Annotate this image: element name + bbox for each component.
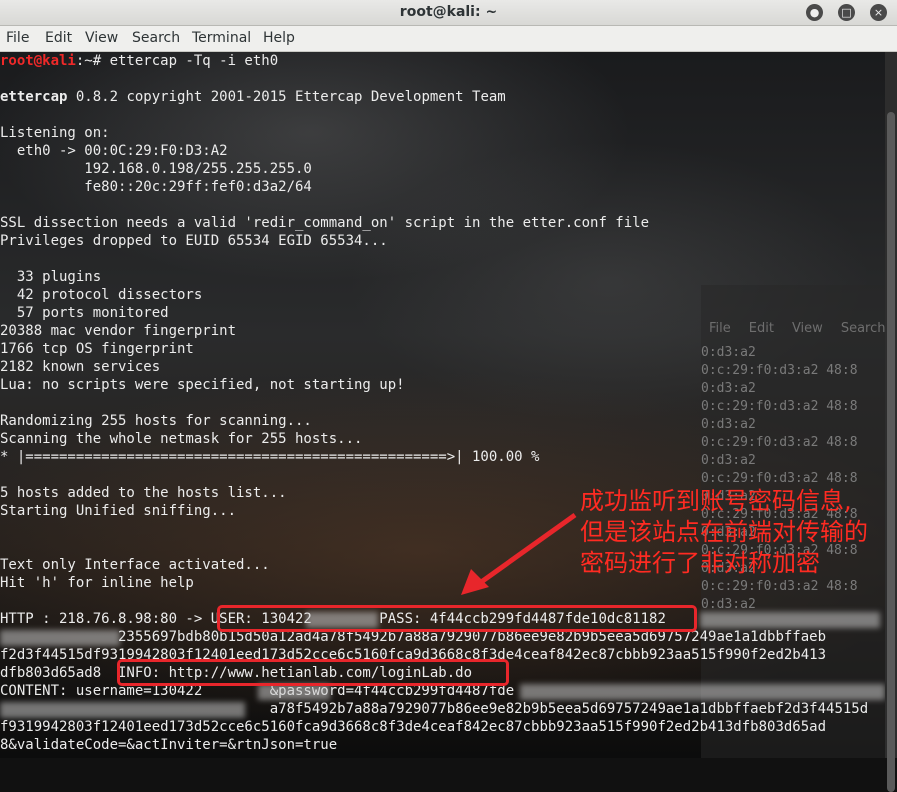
menu-edit[interactable]: Edit (45, 30, 72, 46)
terminal-line: Listening on: (0, 125, 110, 141)
redacted-hash-start (0, 630, 120, 646)
terminal-scrollbar[interactable] (885, 52, 897, 792)
menu-file[interactable]: File (6, 30, 29, 46)
annotation-line-1: 成功监听到账号密码信息, (580, 487, 852, 515)
redacted-password-cont (0, 702, 245, 718)
window-title: root@kali: ~ (399, 4, 498, 20)
bg-menu-edit: Edit (748, 321, 774, 336)
menu-bar: File Edit View Search Terminal Help (0, 26, 897, 52)
menu-view[interactable]: View (85, 30, 118, 46)
title-bar: root@kali: ~ ● □ × (0, 0, 897, 26)
background-menu: File Edit View Search (701, 321, 885, 336)
close-button[interactable]: × (870, 4, 887, 21)
terminal-line: 192.168.0.198/255.255.255.0 (0, 161, 312, 177)
terminal-line: 42 protocol dissectors (0, 287, 203, 303)
terminal-line: eth0 -> 00:0C:29:F0:D3:A2 (0, 143, 228, 159)
terminal-line: Scanning the whole netmask for 255 hosts… (0, 431, 363, 447)
menu-search[interactable]: Search (132, 30, 180, 46)
terminal-line: Hit 'h' for inline help (0, 575, 194, 591)
menu-help[interactable]: Help (263, 30, 295, 46)
terminal-line: 2182 known services (0, 359, 161, 375)
bg-terminal-line: 0:d3:a2 (701, 453, 756, 468)
terminal-line: f9319942803f12401eed173d52cce6c5160fca9d… (0, 719, 827, 735)
redacted-password-tail (520, 684, 885, 700)
menu-terminal[interactable]: Terminal (192, 30, 251, 46)
banner-rest: 0.8.2 copyright 2001-2015 Ettercap Devel… (67, 89, 506, 105)
annotation-line-3: 密码进行了非对称加密 (580, 549, 820, 577)
terminal-line: 33 plugins (0, 269, 102, 285)
banner-line: ettercap 0.8.2 copyright 2001-2015 Etter… (0, 88, 506, 106)
terminal-line: Text only Interface activated... (0, 557, 270, 573)
terminal-line: SSL dissection needs a valid 'redir_comm… (0, 215, 650, 231)
terminal-line: 20388 mac vendor fingerprint (0, 323, 237, 339)
terminal-line: 5 hosts added to the hosts list... (0, 485, 287, 501)
bg-terminal-line: 0:c:29:f0:d3:a2 48:8 (701, 579, 858, 594)
bg-menu-view: View (791, 321, 823, 336)
terminal-line: 8&validateCode=&actInviter=&rtnJson=true (0, 737, 338, 753)
bg-menu-file: File (709, 321, 731, 336)
terminal-line: Randomizing 255 hosts for scanning... (0, 413, 312, 429)
prompt-line: root@kali:~# ettercap -Tq -i eth0 (0, 52, 278, 70)
maximize-button[interactable]: □ (838, 4, 855, 21)
scrollbar-thumb[interactable] (887, 112, 895, 792)
terminal-line: Starting Unified sniffing... (0, 503, 237, 519)
terminal-output[interactable]: File Edit View Search 0:d3:a2 0:c:29:f0:d3:a… (0, 52, 885, 758)
terminal-line: 1766 tcp OS fingerprint (0, 341, 194, 357)
bg-terminal-line: 0:c:29:f0:d3:a2 48:8 (701, 399, 858, 414)
bg-terminal-line: 0:d3:a2 (701, 417, 756, 432)
terminal-line: Lua: no scripts were specified, not star… (0, 377, 405, 393)
credentials-highlight-box (217, 605, 697, 632)
minimize-button[interactable]: ● (806, 4, 823, 21)
terminal-line: Privileges dropped to EUID 65534 EGID 65… (0, 233, 388, 249)
terminal-line: * |=====================================… (0, 449, 540, 465)
redacted-pass-tail (700, 612, 880, 628)
bg-terminal-line: 0:c:29:f0:d3:a2 48:8 (701, 363, 858, 378)
terminal-line: fe80::20c:29ff:fef0:d3a2/64 (0, 179, 312, 195)
bg-terminal-line: 0:d3:a2 (701, 345, 756, 360)
bg-terminal-line: 0:c:29:f0:d3:a2 48:8 (701, 471, 858, 486)
banner-name: ettercap (0, 89, 68, 105)
annotation-line-2: 但是该站点在前端对传输的 (580, 518, 868, 546)
redacted-username (258, 684, 330, 700)
annotation-arrow (461, 512, 577, 595)
prompt-command: :~# ettercap -Tq -i eth0 (75, 53, 279, 69)
bg-terminal-line: 0:d3:a2 (701, 597, 756, 612)
terminal-line: 57 ports monitored (0, 305, 169, 321)
bg-menu-search: Search (840, 321, 885, 336)
bg-terminal-line: 0:c:29:f0:d3:a2 48:8 (701, 435, 858, 450)
prompt-user: root@kali (0, 53, 76, 69)
bg-terminal-line: 0:d3:a2 (701, 381, 756, 396)
info-highlight-box (117, 659, 509, 686)
